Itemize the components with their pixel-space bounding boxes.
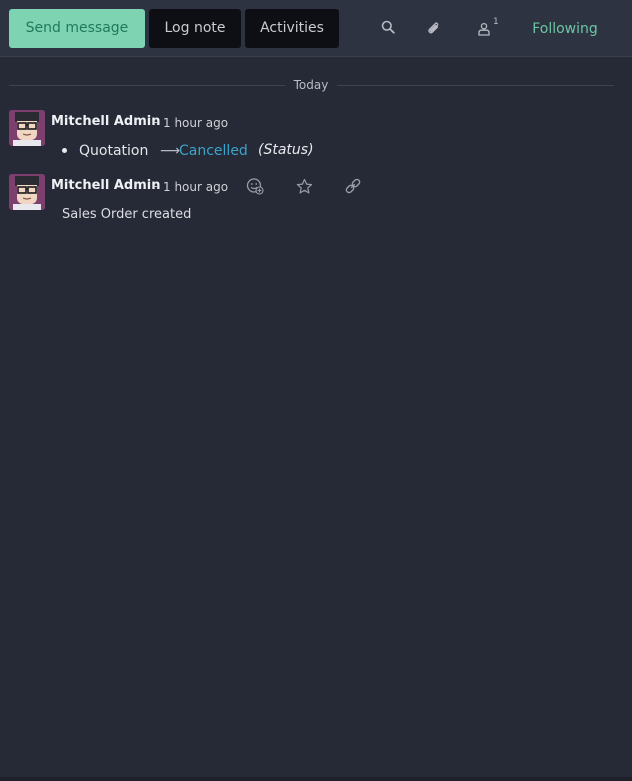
add-reaction-icon	[246, 178, 264, 195]
followers-count: 1	[493, 17, 499, 27]
search-button[interactable]	[374, 12, 402, 42]
separator-line-left	[9, 85, 285, 86]
paperclip-icon	[428, 22, 439, 34]
tracking-old-value: Quotation	[79, 143, 149, 159]
log-note-button[interactable]: Log note	[149, 9, 241, 48]
attachments-button[interactable]	[420, 14, 448, 44]
search-icon	[381, 20, 395, 34]
message-separator-dash: -	[153, 115, 158, 129]
activities-button[interactable]: Activities	[245, 9, 339, 48]
message-body: Sales Order created	[62, 207, 192, 222]
message-separator-dash: -	[153, 179, 158, 193]
bottom-edge	[0, 777, 632, 781]
author-avatar[interactable]	[9, 174, 45, 210]
message-time: 1 hour ago	[163, 116, 229, 130]
add-reaction-button[interactable]	[244, 175, 266, 197]
separator-line-right	[337, 85, 614, 86]
tracking-new-value: Cancelled	[179, 143, 248, 159]
star-icon	[296, 178, 312, 193]
date-separator: Today	[293, 78, 329, 92]
avatar-image	[9, 110, 45, 146]
message-author[interactable]: Mitchell Admin	[51, 178, 160, 194]
tracking-bullet	[62, 148, 67, 153]
author-avatar[interactable]	[9, 110, 45, 146]
message-time: 1 hour ago	[163, 180, 229, 194]
tracking-field-label: (Status)	[258, 142, 314, 158]
chatter-topbar: Send message Log note Activities 1 Follo…	[0, 0, 632, 57]
star-button[interactable]	[293, 175, 315, 197]
copy-link-button[interactable]	[342, 175, 364, 197]
tracking-arrow: ⟶	[160, 143, 181, 159]
following-button[interactable]: Following	[522, 18, 608, 40]
user-icon	[478, 22, 490, 36]
avatar-image	[9, 174, 45, 210]
send-message-button[interactable]: Send message	[9, 9, 145, 48]
link-icon	[345, 178, 361, 194]
message-author[interactable]: Mitchell Admin	[51, 114, 160, 130]
